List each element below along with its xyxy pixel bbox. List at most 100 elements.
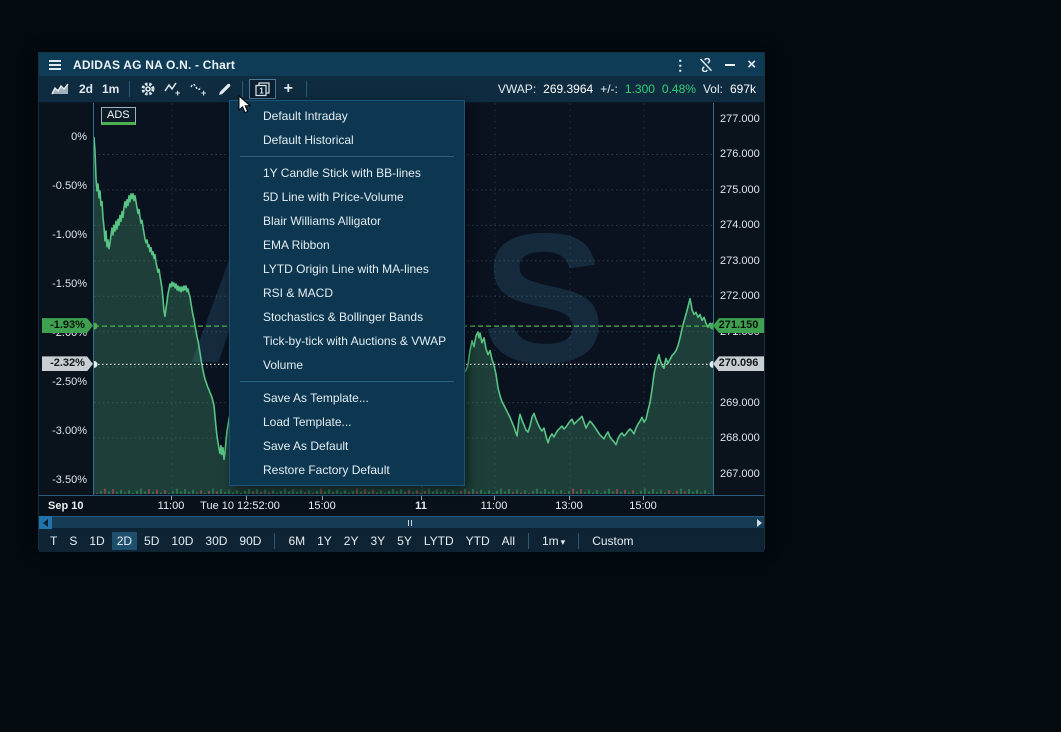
percent-axis-label: -3.50% bbox=[52, 473, 87, 487]
vwap-value: 269.3964 bbox=[543, 82, 593, 96]
range-button-30d[interactable]: 30D bbox=[200, 532, 232, 550]
add-study-icon[interactable]: + bbox=[160, 79, 186, 99]
chart-type-icon[interactable] bbox=[47, 79, 74, 99]
svg-text:+: + bbox=[175, 88, 180, 97]
menu-item-stochastics-bollinger-bands[interactable]: Stochastics & Bollinger Bands bbox=[230, 305, 464, 329]
range-button-2d[interactable]: 2D bbox=[112, 532, 137, 550]
time-axis-tick bbox=[421, 496, 422, 500]
custom-range-button[interactable]: Custom bbox=[587, 532, 638, 550]
title-bar: ADIDAS AG NA O.N. - Chart ⋮ × bbox=[39, 53, 764, 76]
menu-item-restore-factory-default[interactable]: Restore Factory Default bbox=[230, 458, 464, 482]
price-axis-label: 273.000 bbox=[720, 254, 760, 268]
range-button-ytd[interactable]: YTD bbox=[461, 532, 495, 550]
time-axis-label: 15:00 bbox=[629, 500, 657, 512]
percent-axis-label: -1.00% bbox=[52, 228, 87, 242]
menu-item-default-intraday[interactable]: Default Intraday bbox=[230, 104, 464, 128]
range-button-5y[interactable]: 5Y bbox=[392, 532, 417, 550]
window-title: ADIDAS AG NA O.N. - Chart bbox=[73, 58, 673, 72]
left-axis-gray-tag: -2.32% bbox=[42, 356, 93, 371]
time-axis-tick bbox=[569, 496, 570, 500]
range-button-s[interactable]: S bbox=[64, 532, 82, 550]
price-axis-label: 268.000 bbox=[720, 431, 760, 445]
time-axis-label: Tue 10 12:52:00 bbox=[200, 500, 280, 512]
kebab-menu-icon[interactable]: ⋮ bbox=[673, 58, 687, 72]
menu-item-default-historical[interactable]: Default Historical bbox=[230, 128, 464, 152]
menu-item-load-template[interactable]: Load Template... bbox=[230, 410, 464, 434]
price-axis-label: 269.000 bbox=[720, 396, 760, 410]
symbol-badge[interactable]: ADS bbox=[101, 107, 136, 125]
range-button-all[interactable]: All bbox=[497, 532, 520, 550]
menu-separator bbox=[240, 381, 454, 382]
template-dropdown-menu: Default IntradayDefault Historical 1Y Can… bbox=[229, 100, 465, 486]
vwap-label: VWAP: bbox=[498, 82, 536, 96]
right-arrow-icon bbox=[757, 519, 762, 527]
close-button[interactable]: × bbox=[747, 58, 756, 72]
price-axis-label: 277.000 bbox=[720, 112, 760, 126]
scrollbar-grip[interactable] bbox=[408, 520, 412, 526]
range-button-lytd[interactable]: LYTD bbox=[419, 532, 459, 550]
period-button[interactable]: 2d bbox=[74, 79, 98, 99]
price-axis-label: 274.000 bbox=[720, 218, 760, 232]
time-axis-tick bbox=[494, 496, 495, 500]
menu-separator bbox=[240, 156, 454, 157]
time-axis: Sep 1011:00Tue 10 12:52:0015:001111:0013… bbox=[39, 495, 764, 516]
toolbar-separator bbox=[129, 81, 130, 97]
range-button-6m[interactable]: 6M bbox=[283, 532, 310, 550]
percent-axis: 0%-0.50%-1.00%-1.50%-2.00%-2.50%-3.00%-3… bbox=[39, 103, 93, 495]
time-axis-label: 11 bbox=[415, 500, 427, 512]
menu-item-ema-ribbon[interactable]: EMA Ribbon bbox=[230, 233, 464, 257]
menu-item-volume[interactable]: Volume bbox=[230, 353, 464, 377]
add-oscillator-icon[interactable]: + bbox=[186, 79, 212, 99]
minimize-button[interactable] bbox=[725, 64, 735, 66]
scrollbar-thumb[interactable] bbox=[52, 516, 764, 529]
percent-axis-label: -1.50% bbox=[52, 277, 87, 291]
interval-button[interactable]: 1m bbox=[98, 79, 123, 99]
time-axis-tick bbox=[643, 496, 644, 500]
menu-item-save-as-default[interactable]: Save As Default bbox=[230, 434, 464, 458]
right-axis-green-tag: 271.150 bbox=[713, 318, 764, 333]
menu-item-tick-by-tick-with-auctions-vwap[interactable]: Tick-by-tick with Auctions & VWAP bbox=[230, 329, 464, 353]
unlink-icon[interactable] bbox=[699, 58, 713, 72]
draw-pencil-icon[interactable] bbox=[212, 79, 236, 99]
change-value: 1.300 bbox=[625, 82, 655, 96]
range-button-1y[interactable]: 1Y bbox=[312, 532, 337, 550]
menu-item-blair-williams-alligator[interactable]: Blair Williams Alligator bbox=[230, 209, 464, 233]
range-button-90d[interactable]: 90D bbox=[234, 532, 266, 550]
menu-item-save-as-template[interactable]: Save As Template... bbox=[230, 386, 464, 410]
percent-axis-label: -0.50% bbox=[52, 179, 87, 193]
time-axis-label: 15:00 bbox=[308, 500, 336, 512]
time-axis-label: 13:00 bbox=[555, 500, 583, 512]
price-axis: 277.000276.000275.000274.000273.000272.0… bbox=[713, 103, 766, 495]
menu-item-5d-line-with-price-volume[interactable]: 5D Line with Price-Volume bbox=[230, 185, 464, 209]
left-axis-green-tag: -1.93% bbox=[42, 318, 93, 333]
menu-item-lytd-origin-line-with-ma-lines[interactable]: LYTD Origin Line with MA-lines bbox=[230, 257, 464, 281]
right-axis-gray-tag: 270.096 bbox=[713, 356, 764, 371]
menu-item-1y-candle-stick-with-bb-lines[interactable]: 1Y Candle Stick with BB-lines bbox=[230, 161, 464, 185]
hamburger-menu-icon[interactable] bbox=[47, 58, 63, 72]
range-toolbar: TS1D2D5D10D30D90D 6M1Y2Y3Y5YLYTDYTDAll 1m▾… bbox=[39, 529, 764, 552]
range-separator bbox=[528, 533, 529, 549]
time-axis-label: Sep 10 bbox=[48, 500, 83, 512]
change-label: +/-: bbox=[600, 82, 618, 96]
chart-toolbar: 2d 1m + + 1 + VWAP: 269.3964 +/-: 1.300 … bbox=[39, 76, 764, 103]
interval-dropdown[interactable]: 1m▾ bbox=[537, 532, 570, 550]
add-panel-icon[interactable]: + bbox=[276, 79, 300, 99]
scroll-left-button[interactable] bbox=[39, 516, 52, 529]
chart-stats: VWAP: 269.3964 +/-: 1.300 0.48% Vol: 697… bbox=[498, 82, 756, 96]
menu-item-rsi-macd[interactable]: RSI & MACD bbox=[230, 281, 464, 305]
percent-axis-label: -3.00% bbox=[52, 424, 87, 438]
range-button-2y[interactable]: 2Y bbox=[339, 532, 364, 550]
settings-gear-icon[interactable] bbox=[136, 79, 160, 99]
time-axis-label: 11:00 bbox=[481, 500, 508, 512]
range-button-10d[interactable]: 10D bbox=[166, 532, 198, 550]
templates-button[interactable]: 1 bbox=[249, 79, 276, 99]
volume-label: Vol: bbox=[703, 82, 723, 96]
range-button-3y[interactable]: 3Y bbox=[365, 532, 390, 550]
range-button-1d[interactable]: 1D bbox=[84, 532, 109, 550]
range-button-t[interactable]: T bbox=[45, 532, 62, 550]
chart-scrollbar[interactable] bbox=[39, 516, 764, 529]
change-percent: 0.48% bbox=[662, 82, 696, 96]
range-button-5d[interactable]: 5D bbox=[139, 532, 164, 550]
time-axis-tick bbox=[246, 496, 247, 500]
range-separator bbox=[274, 533, 275, 549]
